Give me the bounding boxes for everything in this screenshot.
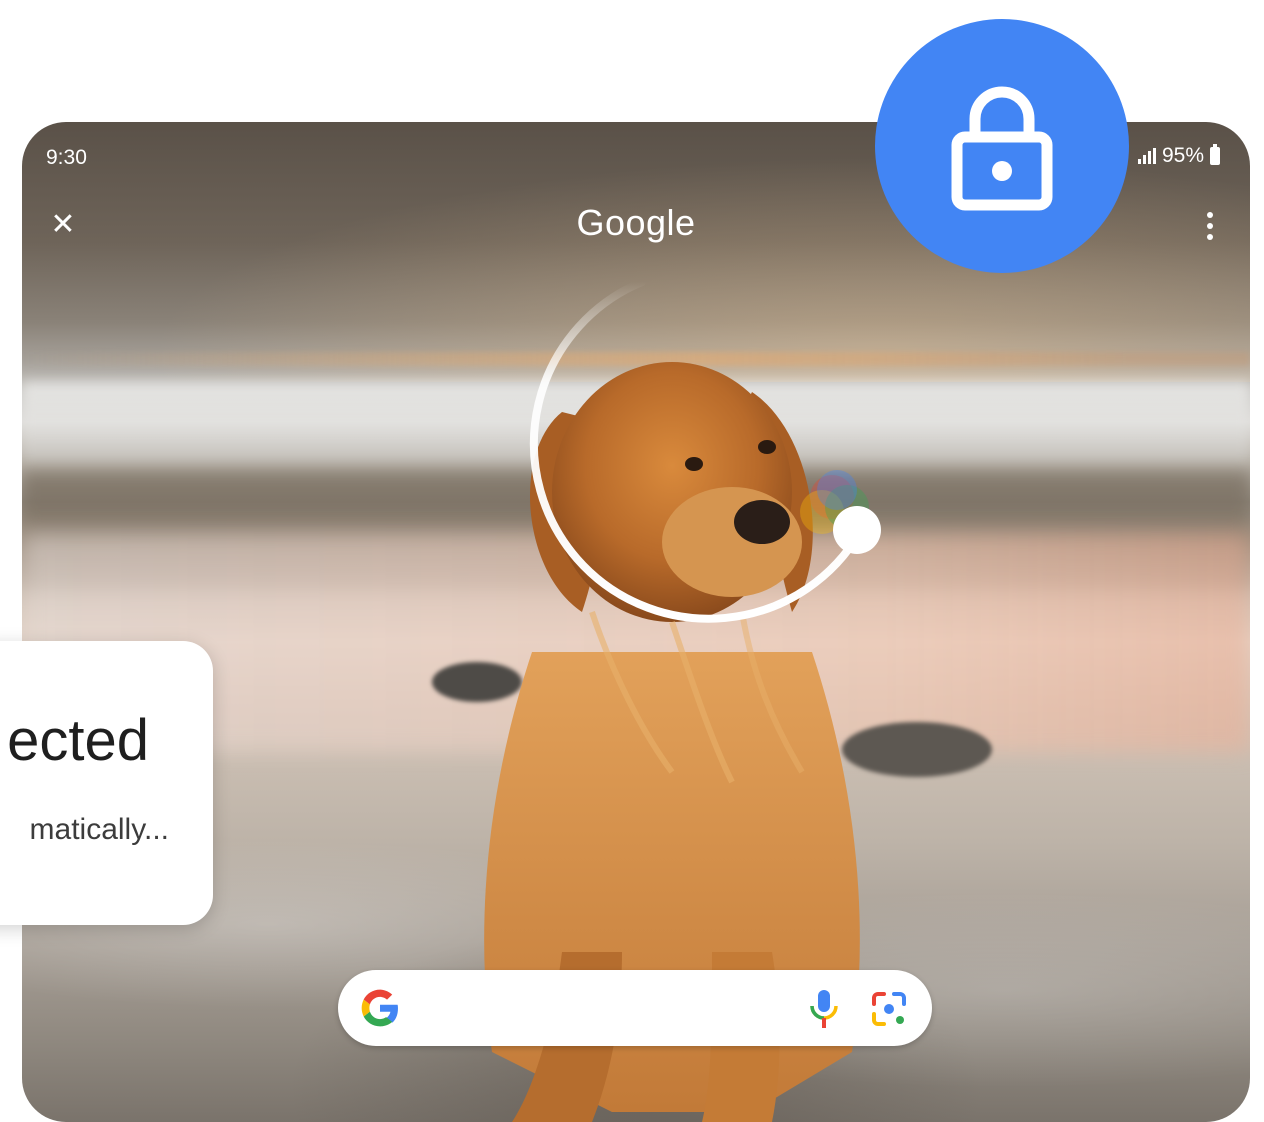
circle-to-search-arc [529, 278, 881, 623]
status-indicators: 95% [1137, 144, 1220, 168]
google-g-icon [361, 989, 398, 1027]
status-time: 9:30 [46, 146, 87, 169]
signal-icon [1137, 148, 1156, 164]
google-lens-icon[interactable] [868, 988, 910, 1030]
notification-body: matically... [29, 813, 169, 846]
more-vert-icon[interactable] [1206, 212, 1214, 240]
lock-icon [951, 86, 1053, 211]
notification-title: ected [7, 708, 149, 773]
mic-icon[interactable] [804, 988, 844, 1030]
battery-percent: 95% [1161, 144, 1204, 167]
lock-badge [875, 19, 1129, 273]
search-bar[interactable] [338, 970, 932, 1046]
notification-card: ected matically... [0, 641, 213, 925]
phone-screen: 9:30 95% ✕ Google [22, 122, 1250, 1122]
battery-icon [1210, 144, 1220, 165]
